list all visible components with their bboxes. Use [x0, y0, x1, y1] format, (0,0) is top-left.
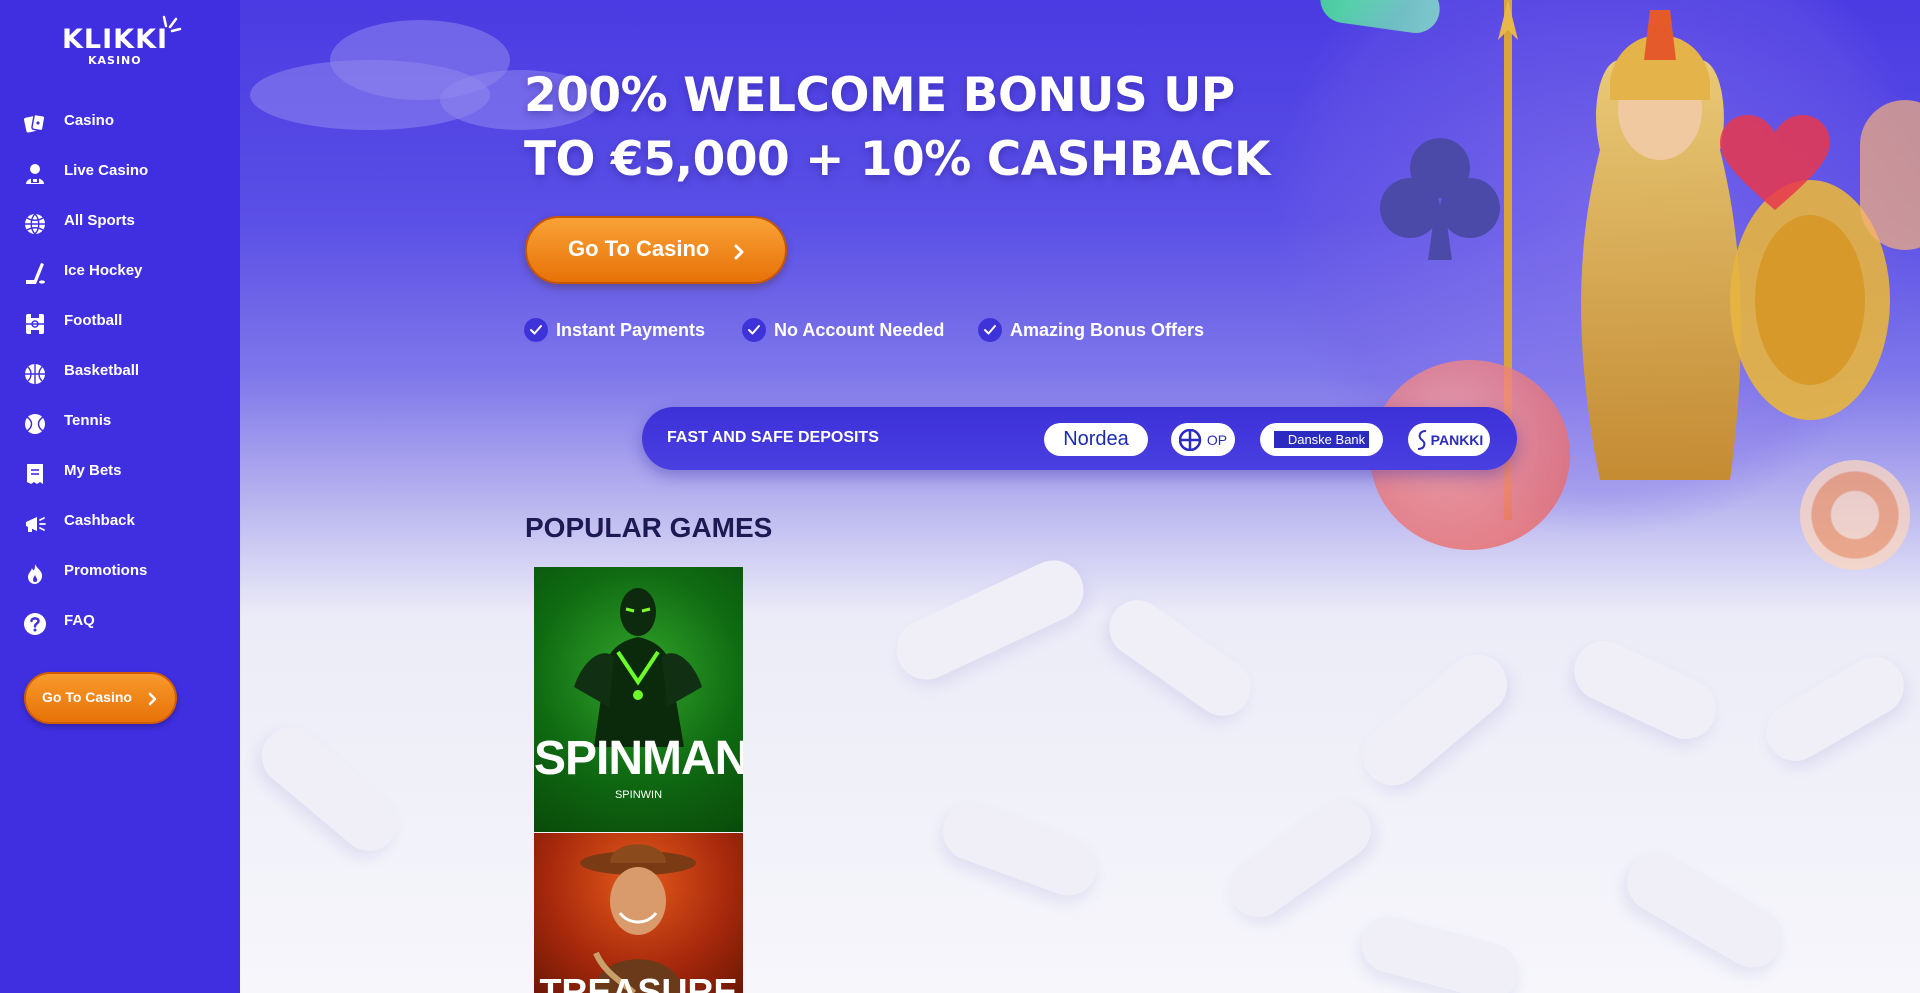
s-pankki-logo-icon [1417, 429, 1426, 450]
check-icon [978, 318, 1002, 342]
sidebar-item-label: Promotions [64, 562, 148, 579]
popular-games-heading: POPULAR GAMES [525, 512, 773, 543]
cards-icon [23, 112, 47, 136]
adventurer-illustration [580, 844, 696, 993]
bank-logo-pankki: PANKKI [1408, 423, 1490, 456]
hero-go-to-casino-button[interactable]: Go To Casino [525, 216, 787, 284]
spinman-hero-illustration [574, 588, 702, 747]
hero-title-line-1: 200% WELCOME BONUS UP [524, 68, 1235, 123]
sidebar-item-label: All Sports [64, 212, 135, 229]
game-tile-treasure[interactable]: TREASURE [534, 833, 743, 993]
globe-ball-icon [23, 212, 47, 236]
feature-label: Instant Payments [556, 320, 706, 340]
sidebar-item-my-bets[interactable]: My Bets [0, 452, 240, 492]
flame-icon [23, 562, 47, 586]
tennis-ball-icon [23, 412, 47, 436]
game-title: SPINMAN [534, 732, 743, 785]
basketball-icon [23, 362, 47, 386]
game-provider: SPINWIN [614, 789, 663, 801]
sidebar-item-label: Casino [64, 112, 115, 129]
deposits-label: FAST AND SAFE DEPOSITS [667, 429, 879, 446]
sidebar-item-all-sports[interactable]: All Sports [0, 202, 240, 242]
sidebar-item-ice-hockey[interactable]: Ice Hockey [0, 252, 240, 292]
check-icon [742, 318, 766, 342]
sidebar-item-label: Cashback [64, 512, 135, 529]
hockey-stick-icon [23, 262, 47, 286]
sidebar-item-label: Football [64, 312, 123, 329]
hero-title-line-2: TO €5,000 + 10% CASHBACK [524, 132, 1270, 187]
football-pitch-icon [23, 312, 47, 336]
sidebar-item-label: Tennis [64, 412, 112, 429]
megaphone-icon [23, 512, 47, 536]
sidebar-item-label: FAQ [64, 612, 95, 629]
bet-slip-icon [23, 462, 47, 486]
sidebar-item-faq[interactable]: FAQ [0, 602, 240, 642]
sidebar: KLIKKI KASINO Casino Live Casino All Spo… [0, 0, 240, 993]
sidebar-item-promotions[interactable]: Promotions [0, 552, 240, 592]
sidebar-item-casino[interactable]: Casino [0, 102, 240, 142]
sidebar-item-label: Basketball [64, 362, 140, 379]
button-label: Go To Casino [568, 236, 710, 261]
check-icon [524, 318, 548, 342]
op-logo-icon [1178, 428, 1202, 451]
main-content: 200% WELCOME BONUS UP TO €5,000 + 10% CA… [240, 0, 1920, 993]
hero-title: 200% WELCOME BONUS UP TO €5,000 + 10% CA… [524, 64, 1284, 192]
sparkle-icon [162, 15, 182, 33]
feature-label: No Account Needed [774, 320, 945, 340]
sidebar-item-label: My Bets [64, 462, 122, 479]
bank-name: OP [1206, 431, 1228, 448]
bank-logo-nordea: Nordea [1044, 423, 1148, 456]
question-icon [23, 612, 47, 636]
feature-label: Amazing Bonus Offers [1010, 320, 1205, 340]
bank-logo-danske-bank: Danske Bank [1260, 423, 1383, 456]
klikki-logo[interactable]: KLIKKI KASINO [60, 14, 182, 70]
sidebar-item-live-casino[interactable]: Live Casino [0, 152, 240, 192]
sidebar-item-label: Ice Hockey [64, 262, 143, 279]
heart-suit-icon [1720, 115, 1830, 210]
bank-name: Nordea [1063, 428, 1129, 450]
sidebar-item-football[interactable]: Football [0, 302, 240, 342]
chevron-right-icon [148, 692, 157, 706]
game-title: TREASURE [539, 971, 738, 993]
deposits-banner: FAST AND SAFE DEPOSITS Nordea OP Danske … [642, 407, 1517, 470]
dealer-icon [23, 162, 47, 186]
sidebar-item-label: Live Casino [64, 162, 149, 179]
button-label: Go To Casino [42, 689, 132, 705]
sidebar-item-basketball[interactable]: Basketball [0, 352, 240, 392]
orange-capsule-decoration [1860, 100, 1920, 250]
chevron-right-icon [734, 244, 744, 260]
bank-name: PANKKI [1430, 431, 1484, 448]
bank-name: Danske Bank [1273, 431, 1370, 448]
sidebar-item-cashback[interactable]: Cashback [0, 502, 240, 542]
casino-chip-decoration [1800, 460, 1910, 570]
logo-subtitle: KASINO [88, 54, 142, 67]
sidebar-item-tennis[interactable]: Tennis [0, 402, 240, 442]
sidebar-go-to-casino-button[interactable]: Go To Casino [24, 672, 177, 724]
game-tile-spinman[interactable]: SPINMAN SPINWIN [534, 567, 743, 832]
logo-wordmark: KLIKKI [62, 24, 169, 55]
bank-logo-op: OP [1171, 423, 1235, 456]
